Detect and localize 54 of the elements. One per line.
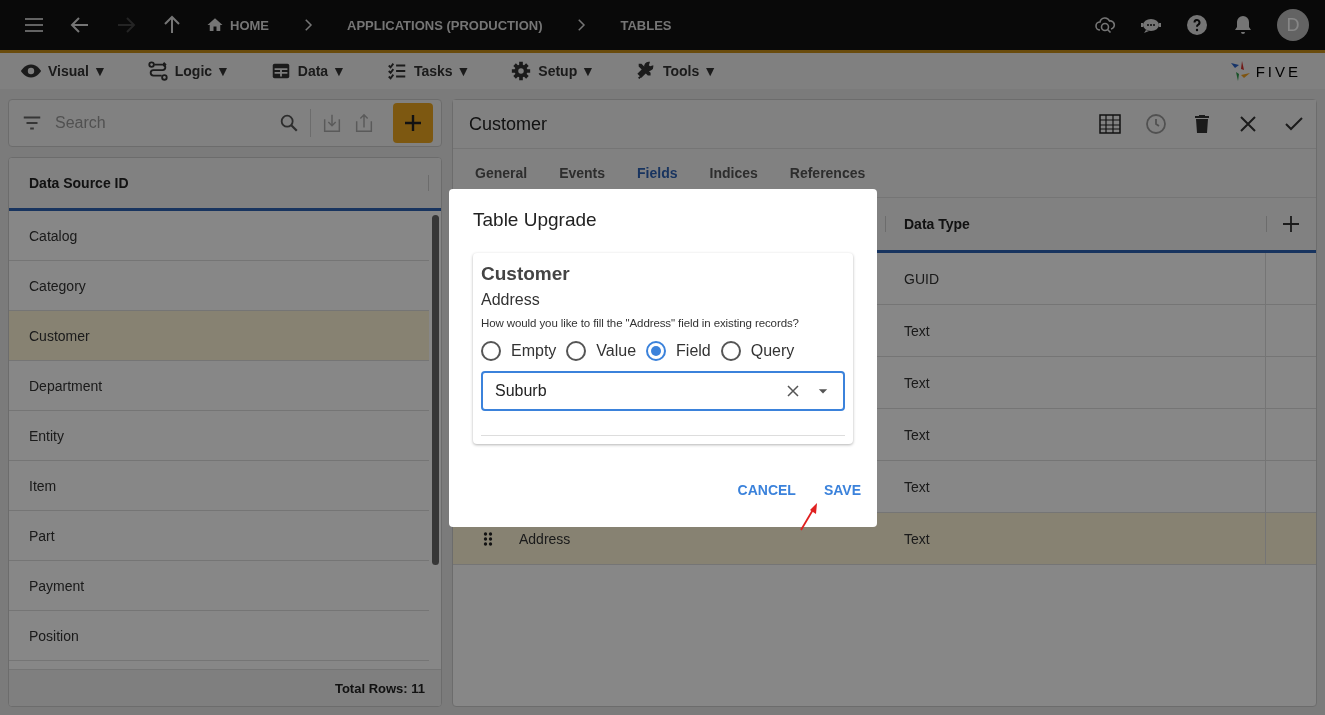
menu-item[interactable]: Logic ▼ bbox=[146, 60, 230, 82]
dialog-title: Table Upgrade bbox=[473, 209, 598, 231]
table-name: Customer bbox=[481, 263, 571, 285]
total-rows: Total Rows: 11 bbox=[334, 680, 425, 696]
home-icon bbox=[206, 16, 224, 34]
add-button[interactable] bbox=[393, 103, 433, 143]
list-row[interactable]: Payment bbox=[9, 561, 429, 611]
settings-icon bbox=[510, 60, 533, 82]
column-header[interactable]: Data Type bbox=[904, 216, 970, 232]
list-row[interactable]: Position bbox=[9, 611, 429, 661]
scrollbar-thumb[interactable] bbox=[431, 215, 439, 565]
tab[interactable]: References bbox=[775, 159, 880, 187]
list-row[interactable]: Department bbox=[9, 361, 429, 411]
list-row[interactable]: Customer bbox=[9, 311, 429, 361]
list-row[interactable]: Item bbox=[9, 461, 429, 511]
table-cell: Address bbox=[519, 530, 571, 547]
logo: FIVE bbox=[1227, 59, 1301, 83]
record-title: Customer bbox=[469, 113, 548, 135]
breadcrumb-link[interactable]: TABLES bbox=[620, 17, 672, 33]
list-row[interactable]: Entity bbox=[9, 411, 429, 461]
breadcrumb-link[interactable]: APPLICATIONS (PRODUCTION) bbox=[347, 17, 543, 33]
tab[interactable]: Fields bbox=[623, 159, 692, 187]
drag-handle-icon[interactable] bbox=[483, 530, 493, 547]
radio-button[interactable] bbox=[481, 341, 501, 361]
table-cell: Text bbox=[904, 374, 930, 391]
tab[interactable]: Events bbox=[545, 159, 620, 187]
menu-item[interactable]: Data ▼ bbox=[269, 60, 346, 82]
menu-item[interactable]: Setup ▼ bbox=[510, 60, 595, 82]
radio-button[interactable] bbox=[566, 341, 587, 361]
annotation-arrow bbox=[799, 502, 819, 532]
table-icon[interactable] bbox=[1098, 112, 1122, 136]
menu-item[interactable]: Tools ▼ bbox=[634, 60, 717, 82]
table-cell: Text bbox=[904, 426, 930, 443]
table-cell: GUID bbox=[904, 270, 939, 287]
field-select[interactable]: Suburb bbox=[481, 371, 845, 411]
radio-button[interactable] bbox=[646, 341, 667, 361]
menu-item[interactable]: Tasks ▼ bbox=[385, 60, 471, 82]
list-row[interactable]: Catalog bbox=[9, 211, 429, 261]
tab[interactable]: General bbox=[461, 159, 542, 187]
dialog-button[interactable]: CANCEL bbox=[729, 478, 804, 502]
table-cell: Text bbox=[904, 530, 930, 547]
table-cell: Text bbox=[904, 478, 930, 495]
question-text: How would you like to fill the "Address" field in existing records? bbox=[481, 317, 800, 329]
menu-item[interactable]: Visual ▼ bbox=[20, 60, 107, 82]
search-icon[interactable] bbox=[278, 112, 300, 134]
dialog-button[interactable]: SAVE bbox=[815, 478, 869, 502]
list-row[interactable]: Part bbox=[9, 511, 429, 561]
checklist-icon bbox=[385, 60, 408, 82]
help-icon[interactable] bbox=[1185, 13, 1209, 37]
radio-button[interactable] bbox=[720, 341, 741, 361]
tab[interactable]: Indices bbox=[695, 159, 772, 187]
table-cell: Text bbox=[904, 322, 930, 339]
flow-icon bbox=[146, 60, 169, 82]
breadcrumb-link[interactable]: HOME bbox=[230, 17, 269, 33]
